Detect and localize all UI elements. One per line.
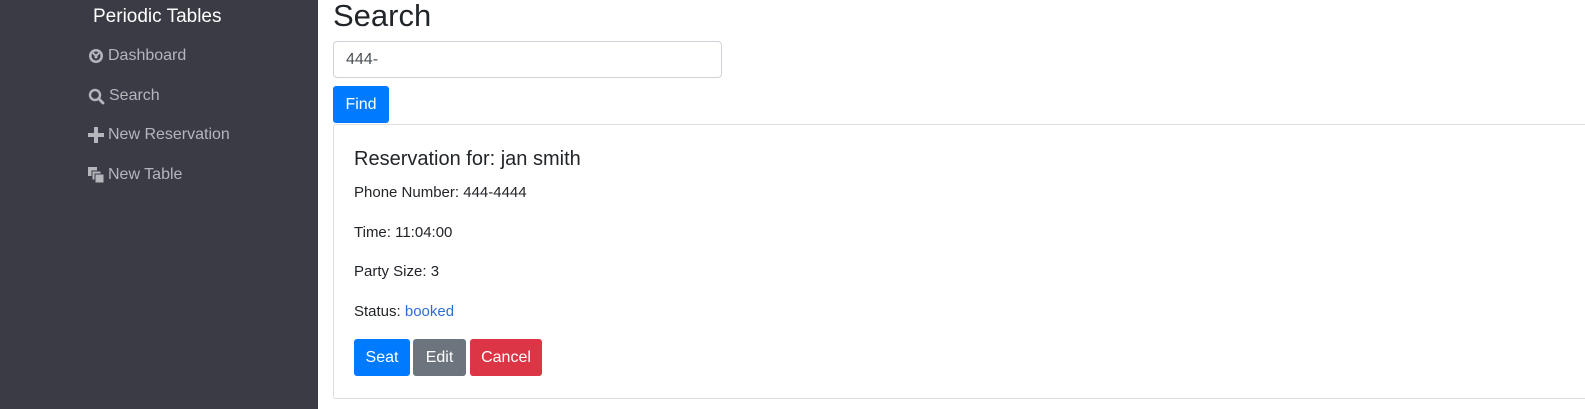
plus-icon [88, 127, 104, 143]
sidebar-item-label: Search [109, 87, 160, 104]
status-badge[interactable]: booked [405, 303, 454, 320]
reservation-card: Reservation for: jan smith Phone Number:… [333, 124, 1585, 399]
layers-icon [88, 167, 104, 183]
sidebar-item-label: Dashboard [108, 47, 187, 64]
main-content: Search Find Reservation for: jan smith P… [318, 0, 1585, 409]
edit-button[interactable]: Edit [413, 339, 466, 376]
reservation-status: Status: booked [354, 302, 454, 322]
sidebar-item-new-reservation[interactable]: New Reservation [88, 124, 230, 146]
brand-title[interactable]: Periodic Tables [93, 4, 222, 30]
search-icon [88, 88, 105, 105]
sidebar-item-label: New Table [108, 166, 183, 183]
dashboard-icon [88, 48, 104, 64]
reservation-title: Reservation for: jan smith [354, 148, 581, 170]
sidebar-item-dashboard[interactable]: Dashboard [88, 45, 186, 67]
status-label: Status: [354, 303, 401, 320]
sidebar-item-label: New Reservation [108, 126, 230, 143]
sidebar-item-search[interactable]: Search [88, 85, 160, 107]
find-button[interactable]: Find [333, 86, 389, 123]
seat-button[interactable]: Seat [354, 339, 410, 376]
search-input[interactable] [333, 41, 722, 78]
reservation-phone: Phone Number: 444-4444 [354, 184, 527, 201]
sidebar-item-new-table[interactable]: New Table [88, 164, 182, 186]
reservation-time: Time: 11:04:00 [354, 224, 453, 241]
reservation-party-size: Party Size: 3 [354, 263, 440, 280]
cancel-button[interactable]: Cancel [470, 339, 542, 376]
sidebar: Periodic Tables Dashboard Search New Res… [0, 0, 318, 409]
page-title: Search [333, 0, 432, 33]
